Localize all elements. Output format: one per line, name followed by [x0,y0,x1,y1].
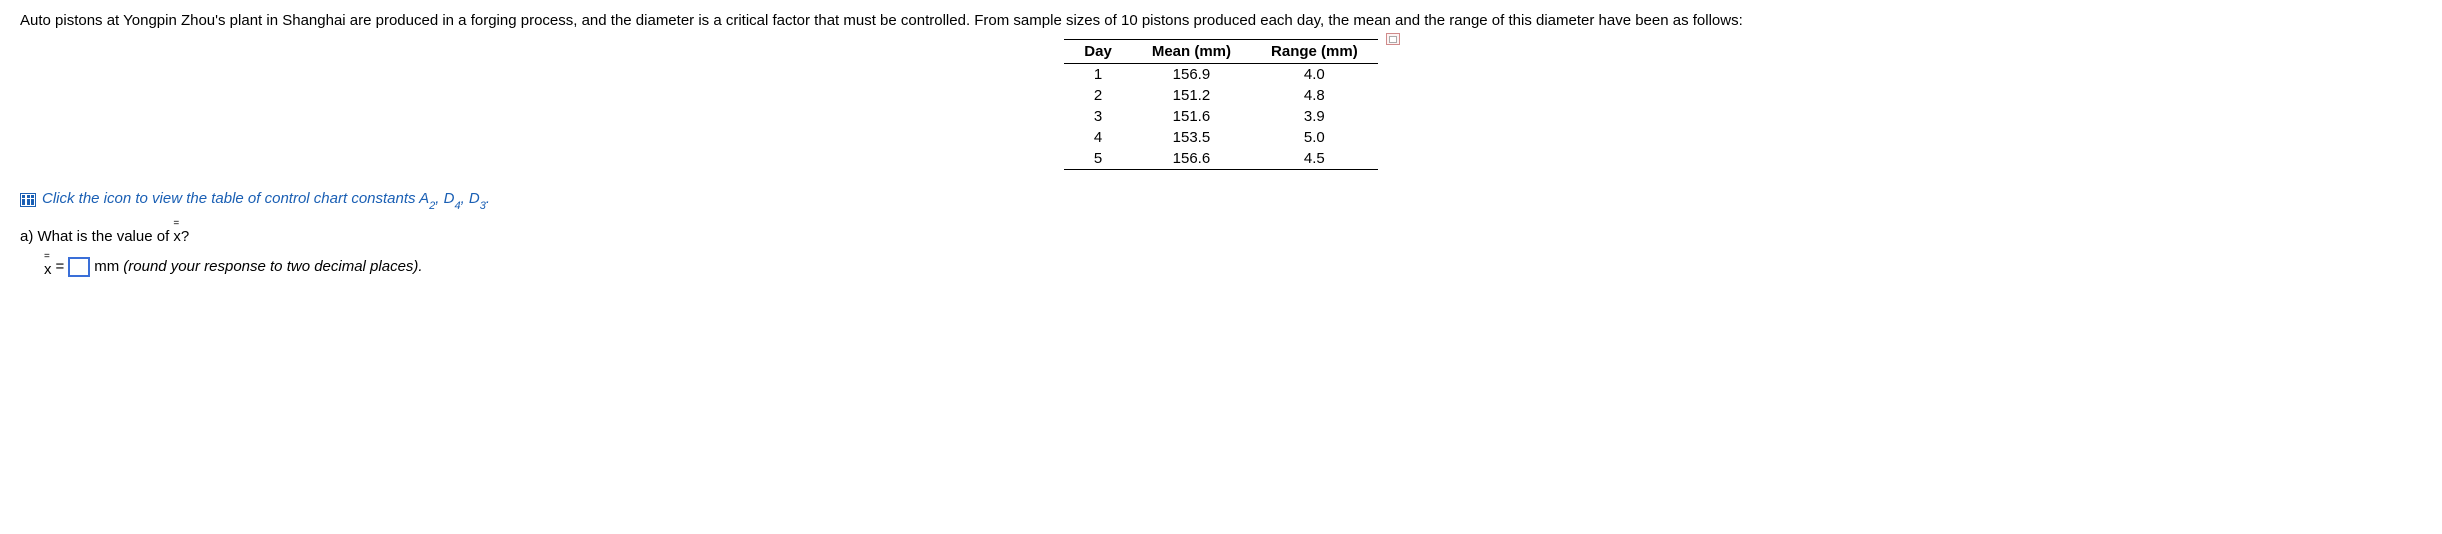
col-day: Day [1064,40,1132,64]
table-header-row: Day Mean (mm) Range (mm) [1064,40,1377,64]
x-double-bar: x [44,255,52,278]
constants-link-row: Click the icon to view the table of cont… [20,190,2422,210]
data-table: Day Mean (mm) Range (mm) 1 156.9 4.0 2 1… [1064,39,1377,170]
table-row: 4 153.5 5.0 [1064,127,1377,148]
table-row: 3 151.6 3.9 [1064,106,1377,127]
cell-day: 5 [1064,148,1132,170]
cell-range: 5.0 [1251,127,1378,148]
link-mid1: , D [435,190,454,207]
question-a: a) What is the value of x? x = mm (round… [20,228,2422,278]
cell-day: 4 [1064,127,1132,148]
cell-range: 4.0 [1251,64,1378,86]
cell-mean: 153.5 [1132,127,1251,148]
data-table-container: Day Mean (mm) Range (mm) 1 156.9 4.0 2 1… [20,39,2422,170]
cell-day: 1 [1064,64,1132,86]
link-sub-3: 3 [480,200,486,212]
table-icon[interactable] [20,193,36,207]
cell-mean: 156.9 [1132,64,1251,86]
view-constants-link[interactable]: Click the icon to view the table of cont… [42,190,490,210]
cell-mean: 156.6 [1132,148,1251,170]
cell-range: 3.9 [1251,106,1378,127]
cell-mean: 151.6 [1132,106,1251,127]
link-sub-4: 4 [454,200,460,212]
link-post: . [486,190,490,207]
cell-day: 2 [1064,85,1132,106]
table-row: 2 151.2 4.8 [1064,85,1377,106]
col-mean: Mean (mm) [1132,40,1251,64]
cell-range: 4.5 [1251,148,1378,170]
cell-day: 3 [1064,106,1132,127]
link-text-pre: Click the icon to view the table of cont… [42,190,429,207]
problem-intro: Auto pistons at Yongpin Zhou's plant in … [20,10,2422,31]
answer-row: x = mm (round your response to two decim… [44,255,2422,278]
answer-input[interactable] [68,257,90,277]
question-a-text: a) What is the value of x? [20,228,2422,245]
cell-mean: 151.2 [1132,85,1251,106]
link-mid2: , D [461,190,480,207]
col-range: Range (mm) [1251,40,1378,64]
link-sub-2: 2 [429,200,435,212]
equals-sign: = [56,258,65,275]
table-row: 1 156.9 4.0 [1064,64,1377,86]
table-row: 5 156.6 4.5 [1064,148,1377,170]
popout-icon[interactable] [1386,33,1400,45]
unit-mm: mm [94,258,119,275]
cell-range: 4.8 [1251,85,1378,106]
rounding-hint: (round your response to two decimal plac… [123,258,422,275]
